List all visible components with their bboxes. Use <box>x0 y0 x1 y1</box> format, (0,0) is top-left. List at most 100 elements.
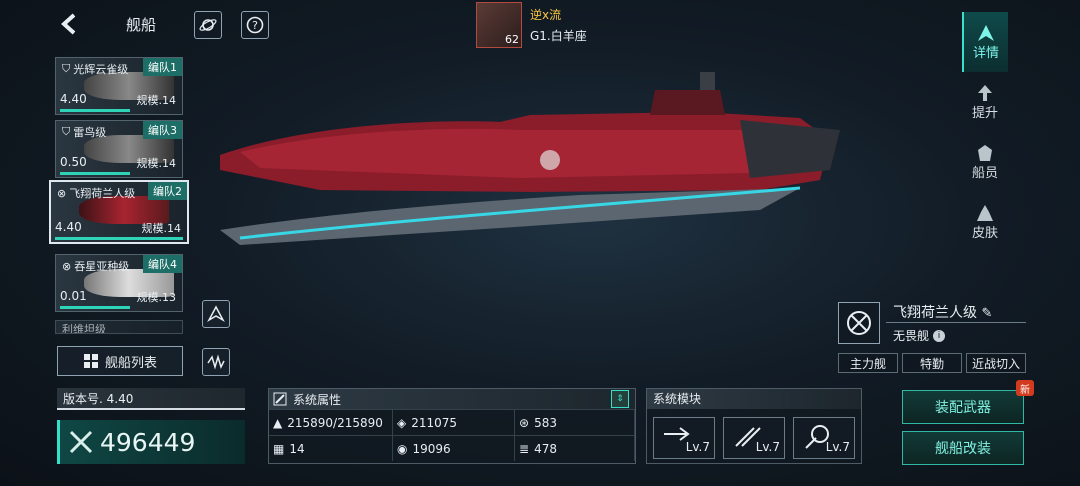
ship-type-icon <box>838 302 880 344</box>
player-avatar[interactable]: 62 <box>476 2 522 48</box>
ship-card-name: ⛉ 雷鸟级 <box>62 124 106 140</box>
ship-card[interactable]: ⛉ 光辉云雀级 编队1 4.40 规模.14 <box>55 57 183 115</box>
version-label: 版本号. 4.40 <box>57 388 245 410</box>
ship-card-name-text: 飞翔荷兰人级 <box>69 187 136 200</box>
attr-value: 19096 <box>412 441 451 456</box>
fleet-tag: 编队4 <box>143 255 182 273</box>
ship-name: 飞翔荷兰人级 ✎ <box>893 302 992 322</box>
back-button[interactable] <box>58 12 80 36</box>
crosshair-icon: ⊗ <box>62 259 72 273</box>
hull-icon: ▲ <box>273 415 283 430</box>
page-title: 舰船 <box>126 16 157 34</box>
armor-icon: ◈ <box>397 415 407 430</box>
player-rank: G1.白羊座 <box>530 29 587 43</box>
planet-icon <box>199 19 217 31</box>
tab-details-label: 详情 <box>972 45 999 61</box>
player-info[interactable]: 62 逆x流 G1.白羊座 <box>476 2 587 48</box>
galaxy-button[interactable] <box>194 11 222 39</box>
speed-icon: ≣ <box>519 441 530 456</box>
ship-list-button[interactable]: 舰船列表 <box>57 346 183 376</box>
ship-card-bar <box>60 172 130 175</box>
ship-card-name-text: 光辉云雀级 <box>73 63 129 76</box>
module-level: Lv.7 <box>755 440 780 454</box>
attr-value: 14 <box>289 441 305 456</box>
role-tag: 主力舰 <box>838 353 898 373</box>
tab-crew[interactable]: 船员 <box>962 132 1008 192</box>
upgrade-icon <box>978 84 992 101</box>
attributes-grid: ▲ 215890/215890 ◈ 211075 ⊛ 583 ▦ 14 ◉ 19096 ≣… <box>269 409 635 461</box>
module-slot[interactable]: Lv.7 <box>723 417 785 459</box>
module-level: Lv.7 <box>685 440 710 454</box>
ship-card-selected[interactable]: ⊗ 飞翔荷兰人级 编队2 4.40 规模.14 <box>49 180 189 244</box>
ship-card-bar <box>55 237 183 240</box>
ship-name-text: 飞翔荷兰人级 <box>893 305 977 321</box>
ship-card[interactable]: 利维坦级 <box>55 320 183 334</box>
side-tabs: 详情 提升 船员 皮肤 <box>962 12 1008 252</box>
power-value: 496449 <box>100 427 196 457</box>
attributes-header: 系统属性 ⇕ <box>269 389 635 409</box>
equip-weapons-button[interactable]: 装配武器 <box>902 390 1024 424</box>
attributes-icon <box>273 392 287 406</box>
back-arrow-icon <box>61 13 76 35</box>
ship-icon <box>978 24 994 41</box>
divider <box>886 322 1026 323</box>
attr-firepower: ◉ 19096 <box>393 435 515 461</box>
crew-icon <box>978 144 992 161</box>
skin-icon <box>977 204 993 221</box>
wave-icon <box>207 354 225 370</box>
ship-card[interactable]: ⊗ 吞星亚种级 编队4 0.01 规模.13 <box>55 254 183 312</box>
ship-card-name-text: 雷鸟级 <box>73 126 107 139</box>
module-slot[interactable]: Lv.7 <box>793 417 855 459</box>
help-button[interactable]: ? <box>241 11 269 39</box>
ship-list-label: 舰船列表 <box>104 355 157 371</box>
ship-card-scale: 规模.14 <box>136 94 177 107</box>
tab-upgrade-label: 提升 <box>971 105 998 121</box>
attr-value: 215890/215890 <box>287 415 383 430</box>
role-tag: 特勤 <box>902 353 962 373</box>
ship-card-value: 0.01 <box>60 289 87 303</box>
stats-button[interactable] <box>202 348 230 376</box>
ship-card[interactable]: ⛉ 雷鸟级 编队3 0.50 规模.14 <box>55 120 183 178</box>
fleet-icon <box>207 305 225 322</box>
ship-artwork <box>220 72 840 245</box>
ship-card-value: 4.40 <box>55 220 82 234</box>
filter-button[interactable] <box>202 300 230 328</box>
player-name: 逆x流 <box>530 8 562 22</box>
attr-speed: ≣ 478 <box>515 435 635 461</box>
shield-icon: ⛉ <box>62 125 71 138</box>
attr-value: 478 <box>534 441 557 456</box>
attributes-title: 系统属性 <box>293 392 342 407</box>
crosshair-icon: ⊗ <box>57 186 67 200</box>
crosshair-icon <box>847 311 871 335</box>
attr-value: 211075 <box>411 415 458 430</box>
info-icon[interactable]: i <box>933 329 946 342</box>
system-modules-panel: 系统模块 Lv.7 Lv.7 Lv.7 <box>646 388 862 464</box>
modules-title: 系统模块 <box>647 389 861 409</box>
target-icon: ◉ <box>397 441 408 456</box>
module-level: Lv.7 <box>825 440 850 454</box>
ship-card-name: ⊗ 飞翔荷兰人级 <box>57 185 135 201</box>
fleet-tag: 编队2 <box>148 182 187 200</box>
tab-upgrade[interactable]: 提升 <box>962 72 1008 132</box>
toggle-arrows-icon[interactable]: ⇕ <box>611 390 629 408</box>
power-panel: 496449 <box>57 420 245 464</box>
ship-card-bar <box>60 306 130 309</box>
attr-count: ▦ 14 <box>269 435 393 461</box>
ship-card-name: ⊗ 吞星亚种级 <box>62 258 129 274</box>
ship-card-value: 0.50 <box>60 155 87 169</box>
ship-modify-button[interactable]: 舰船改装 <box>902 431 1024 465</box>
tab-details[interactable]: 详情 <box>962 12 1008 72</box>
ship-card-name-text: 吞星亚种级 <box>74 260 130 273</box>
new-badge: 新 <box>1016 380 1034 396</box>
checker-icon: ▦ <box>273 441 285 456</box>
crossed-swords-icon <box>69 430 93 454</box>
ship-class-text: 无畏舰 <box>893 329 930 343</box>
tab-crew-label: 船员 <box>971 165 998 181</box>
ship-card-scale: 规模.13 <box>136 291 177 304</box>
edit-icon[interactable]: ✎ <box>981 306 992 321</box>
grid-icon <box>83 354 98 368</box>
tab-skin[interactable]: 皮肤 <box>962 192 1008 252</box>
question-icon: ? <box>246 16 264 34</box>
module-slot[interactable]: Lv.7 <box>653 417 715 459</box>
role-tag: 近战切入 <box>966 353 1026 373</box>
